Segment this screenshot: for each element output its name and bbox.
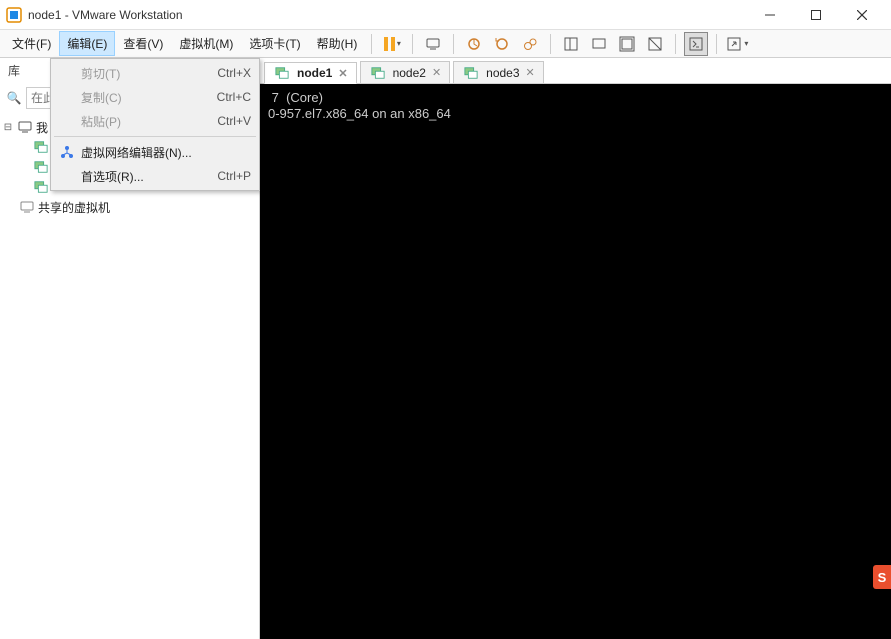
pause-button[interactable]: ▾: [380, 32, 404, 56]
vm-icon: [33, 179, 49, 195]
maximize-button[interactable]: [793, 0, 839, 30]
menu-view[interactable]: 查看(V): [115, 31, 171, 56]
revert-button[interactable]: [490, 32, 514, 56]
vm-icon: [370, 65, 386, 81]
tab-close-icon[interactable]: ✕: [430, 66, 443, 79]
main-area: node1 ✕ node2 ✕ node3 ✕ 7 (Core) 0-957.e…: [260, 58, 891, 639]
view-console-button[interactable]: [587, 32, 611, 56]
tree-shared-label: 共享的虚拟机: [38, 199, 110, 216]
menu-edit[interactable]: 编辑(E): [59, 31, 115, 56]
window-title: node1 - VMware Workstation: [28, 8, 183, 22]
menu-preferences[interactable]: 首选项(R)...Ctrl+P: [53, 164, 257, 188]
tab-node3[interactable]: node3 ✕: [453, 61, 544, 83]
vm-icon: [463, 65, 479, 81]
shared-icon: [19, 199, 35, 215]
snapshot-button[interactable]: [462, 32, 486, 56]
tab-node1[interactable]: node1 ✕: [264, 62, 357, 84]
computer-icon: [17, 119, 33, 135]
vm-icon: [33, 139, 49, 155]
menu-help[interactable]: 帮助(H): [309, 31, 366, 56]
vm-icon: [33, 159, 49, 175]
menu-file[interactable]: 文件(F): [4, 31, 59, 56]
tree-shared-vms[interactable]: 共享的虚拟机: [2, 197, 257, 217]
menu-copy[interactable]: 复制(C)Ctrl+C: [53, 85, 257, 109]
menu-vnet-editor[interactable]: 虚拟网络编辑器(N)...: [53, 140, 257, 164]
view-single-button[interactable]: [559, 32, 583, 56]
snapshot-manager-button[interactable]: [518, 32, 542, 56]
titlebar: node1 - VMware Workstation: [0, 0, 891, 30]
tab-node2[interactable]: node2 ✕: [360, 61, 451, 83]
tab-label: node3: [486, 66, 519, 80]
app-icon: [6, 7, 22, 23]
stretch-button[interactable]: ▾: [725, 32, 749, 56]
menu-tabs[interactable]: 选项卡(T): [241, 31, 308, 56]
search-icon: 🔍: [6, 91, 22, 105]
tab-label: node1: [297, 66, 332, 80]
tab-label: node2: [393, 66, 426, 80]
ime-indicator[interactable]: S: [873, 565, 891, 589]
minimize-button[interactable]: [747, 0, 793, 30]
console-line: 0-957.el7.x86_64 on an x86_64: [268, 106, 451, 121]
tab-close-icon[interactable]: ✕: [524, 66, 537, 79]
vm-console[interactable]: 7 (Core) 0-957.el7.x86_64 on an x86_64 S: [260, 84, 891, 639]
tree-root-label: 我: [36, 119, 48, 136]
view-unity-button[interactable]: [643, 32, 667, 56]
console-line: 7 (Core): [268, 90, 323, 105]
tab-bar: node1 ✕ node2 ✕ node3 ✕: [260, 58, 891, 84]
close-button[interactable]: [839, 0, 885, 30]
send-ctrl-alt-del-button[interactable]: [421, 32, 445, 56]
menu-vm[interactable]: 虚拟机(M): [171, 31, 241, 56]
view-fullscreen-button[interactable]: [615, 32, 639, 56]
menu-cut[interactable]: 剪切(T)Ctrl+X: [53, 61, 257, 85]
collapse-icon[interactable]: ⊟: [2, 122, 14, 133]
menubar: 文件(F) 编辑(E) 查看(V) 虚拟机(M) 选项卡(T) 帮助(H) ▾ …: [0, 30, 891, 58]
menu-paste[interactable]: 粘贴(P)Ctrl+V: [53, 109, 257, 133]
edit-menu-dropdown: 剪切(T)Ctrl+X 复制(C)Ctrl+C 粘贴(P)Ctrl+V 虚拟网络…: [50, 58, 260, 191]
vm-icon: [274, 65, 290, 81]
enter-vm-button[interactable]: [684, 32, 708, 56]
network-icon: [59, 144, 75, 160]
tab-close-icon[interactable]: ✕: [336, 67, 349, 80]
